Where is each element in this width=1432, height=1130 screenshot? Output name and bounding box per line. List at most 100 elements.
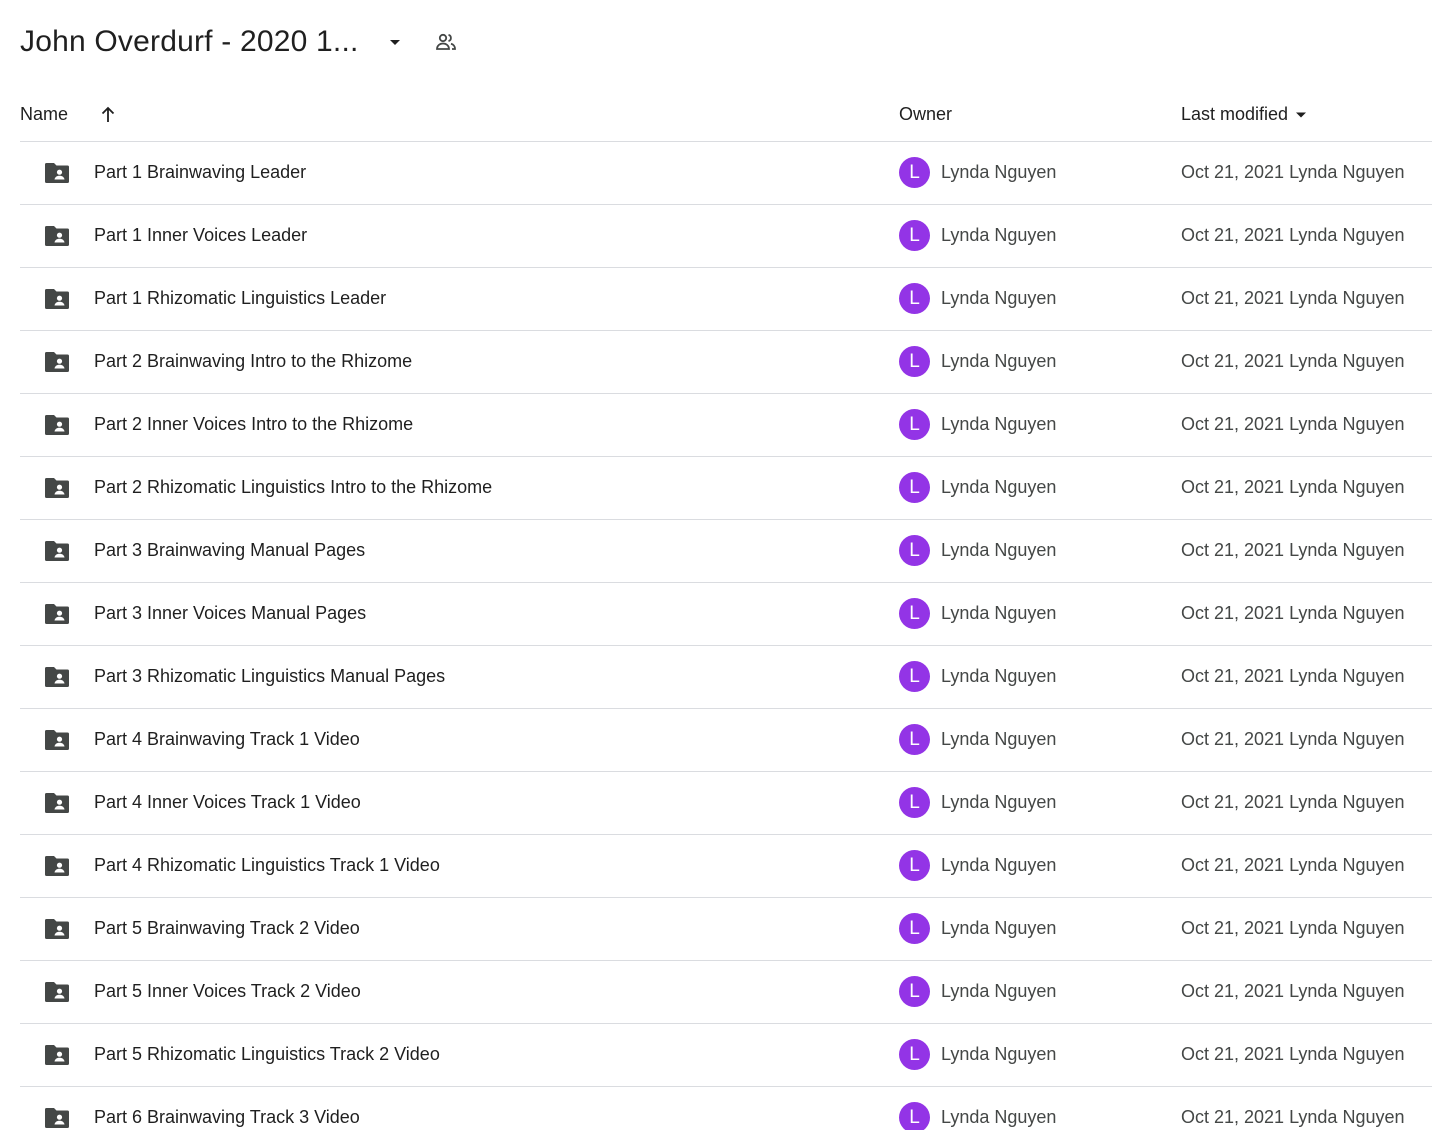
- avatar: L: [899, 472, 930, 503]
- shared-folder-icon: [44, 918, 70, 940]
- last-modified: Oct 21, 2021 Lynda Nguyen: [1181, 351, 1405, 371]
- column-header-last-modified[interactable]: Last modified: [1181, 104, 1308, 125]
- file-name: Part 3 Brainwaving Manual Pages: [94, 540, 366, 560]
- file-name: Part 3 Rhizomatic Linguistics Manual Pag…: [94, 666, 446, 686]
- file-row[interactable]: Part 2 Rhizomatic Linguistics Intro to t…: [20, 457, 1432, 520]
- owner-name: Lynda Nguyen: [941, 351, 1057, 371]
- owner-name: Lynda Nguyen: [941, 855, 1057, 875]
- shared-folder-icon: [44, 351, 70, 373]
- file-row[interactable]: Part 5 Inner Voices Track 2 Video L Lynd…: [20, 961, 1432, 1024]
- file-row[interactable]: Part 4 Inner Voices Track 1 Video L Lynd…: [20, 772, 1432, 835]
- owner-name: Lynda Nguyen: [941, 666, 1057, 686]
- file-row[interactable]: Part 4 Brainwaving Track 1 Video L Lynda…: [20, 709, 1432, 772]
- shared-folder-icon: [44, 414, 70, 436]
- last-modified: Oct 21, 2021 Lynda Nguyen: [1181, 225, 1405, 245]
- shared-folder-icon: [44, 477, 70, 499]
- avatar: L: [899, 1102, 930, 1130]
- avatar: L: [899, 409, 930, 440]
- owner-name: Lynda Nguyen: [941, 288, 1057, 308]
- owner-name: Lynda Nguyen: [941, 1107, 1057, 1127]
- owner-name: Lynda Nguyen: [941, 981, 1057, 1001]
- caret-down-icon[interactable]: [1294, 108, 1308, 122]
- file-row[interactable]: Part 1 Brainwaving Leader L Lynda Nguyen…: [20, 142, 1432, 205]
- shared-folder-icon: [44, 666, 70, 688]
- column-header-last-modified-label: Last modified: [1181, 104, 1289, 124]
- file-list: Part 1 Brainwaving Leader L Lynda Nguyen…: [20, 142, 1432, 1130]
- column-header-name[interactable]: Name: [20, 104, 118, 125]
- avatar: L: [899, 850, 930, 881]
- shared-folder-icon: [44, 225, 70, 247]
- file-name: Part 2 Rhizomatic Linguistics Intro to t…: [94, 477, 493, 497]
- last-modified: Oct 21, 2021 Lynda Nguyen: [1181, 1044, 1405, 1064]
- owner-name: Lynda Nguyen: [941, 540, 1057, 560]
- folder-header: John Overdurf - 2020 1...: [20, 18, 459, 66]
- file-row[interactable]: Part 2 Inner Voices Intro to the Rhizome…: [20, 394, 1432, 457]
- arrow-up-icon[interactable]: [98, 105, 118, 125]
- file-row[interactable]: Part 5 Rhizomatic Linguistics Track 2 Vi…: [20, 1024, 1432, 1087]
- last-modified: Oct 21, 2021 Lynda Nguyen: [1181, 918, 1405, 938]
- last-modified: Oct 21, 2021 Lynda Nguyen: [1181, 666, 1405, 686]
- file-name: Part 2 Inner Voices Intro to the Rhizome: [94, 414, 414, 434]
- owner-name: Lynda Nguyen: [941, 603, 1057, 623]
- file-row[interactable]: Part 1 Rhizomatic Linguistics Leader L L…: [20, 268, 1432, 331]
- avatar: L: [899, 661, 930, 692]
- file-row[interactable]: Part 3 Rhizomatic Linguistics Manual Pag…: [20, 646, 1432, 709]
- file-name: Part 1 Inner Voices Leader: [94, 225, 308, 245]
- shared-folder-icon: [44, 1044, 70, 1066]
- last-modified: Oct 21, 2021 Lynda Nguyen: [1181, 1107, 1405, 1127]
- column-header-owner[interactable]: Owner: [899, 104, 952, 125]
- avatar: L: [899, 535, 930, 566]
- last-modified: Oct 21, 2021 Lynda Nguyen: [1181, 981, 1405, 1001]
- avatar: L: [899, 283, 930, 314]
- file-name: Part 6 Brainwaving Track 3 Video: [94, 1107, 360, 1127]
- shared-folder-icon: [44, 792, 70, 814]
- shared-folder-icon: [44, 540, 70, 562]
- folder-title[interactable]: John Overdurf - 2020 1...: [20, 25, 359, 59]
- last-modified: Oct 21, 2021 Lynda Nguyen: [1181, 729, 1405, 749]
- file-name: Part 1 Rhizomatic Linguistics Leader: [94, 288, 387, 308]
- file-row[interactable]: Part 5 Brainwaving Track 2 Video L Lynda…: [20, 898, 1432, 961]
- avatar: L: [899, 1039, 930, 1070]
- avatar: L: [899, 346, 930, 377]
- people-icon[interactable]: [433, 29, 459, 55]
- file-row[interactable]: Part 4 Rhizomatic Linguistics Track 1 Vi…: [20, 835, 1432, 898]
- file-name: Part 5 Brainwaving Track 2 Video: [94, 918, 360, 938]
- drive-folder-view: John Overdurf - 2020 1... Name Owner Las…: [0, 0, 1432, 1130]
- file-name: Part 4 Brainwaving Track 1 Video: [94, 729, 360, 749]
- avatar: L: [899, 913, 930, 944]
- file-name: Part 4 Inner Voices Track 1 Video: [94, 792, 361, 812]
- file-name: Part 5 Inner Voices Track 2 Video: [94, 981, 361, 1001]
- column-header-name-label: Name: [20, 104, 69, 124]
- owner-name: Lynda Nguyen: [941, 1044, 1057, 1064]
- arrow-drop-down-icon[interactable]: [383, 30, 407, 54]
- owner-name: Lynda Nguyen: [941, 477, 1057, 497]
- file-name: Part 4 Rhizomatic Linguistics Track 1 Vi…: [94, 855, 440, 875]
- last-modified: Oct 21, 2021 Lynda Nguyen: [1181, 540, 1405, 560]
- shared-folder-icon: [44, 1107, 70, 1129]
- file-row[interactable]: Part 1 Inner Voices Leader L Lynda Nguye…: [20, 205, 1432, 268]
- file-name: Part 3 Inner Voices Manual Pages: [94, 603, 367, 623]
- avatar: L: [899, 598, 930, 629]
- last-modified: Oct 21, 2021 Lynda Nguyen: [1181, 288, 1405, 308]
- column-header-row: Name Owner Last modified: [20, 92, 1432, 142]
- shared-folder-icon: [44, 162, 70, 184]
- avatar: L: [899, 157, 930, 188]
- last-modified: Oct 21, 2021 Lynda Nguyen: [1181, 792, 1405, 812]
- file-row[interactable]: Part 3 Inner Voices Manual Pages L Lynda…: [20, 583, 1432, 646]
- file-name: Part 5 Rhizomatic Linguistics Track 2 Vi…: [94, 1044, 440, 1064]
- shared-folder-icon: [44, 603, 70, 625]
- last-modified: Oct 21, 2021 Lynda Nguyen: [1181, 162, 1405, 182]
- file-name: Part 1 Brainwaving Leader: [94, 162, 307, 182]
- file-name: Part 2 Brainwaving Intro to the Rhizome: [94, 351, 413, 371]
- owner-name: Lynda Nguyen: [941, 225, 1057, 245]
- file-row[interactable]: Part 2 Brainwaving Intro to the Rhizome …: [20, 331, 1432, 394]
- avatar: L: [899, 724, 930, 755]
- owner-name: Lynda Nguyen: [941, 162, 1057, 182]
- shared-folder-icon: [44, 855, 70, 877]
- avatar: L: [899, 220, 930, 251]
- file-row[interactable]: Part 6 Brainwaving Track 3 Video L Lynda…: [20, 1087, 1432, 1130]
- file-row[interactable]: Part 3 Brainwaving Manual Pages L Lynda …: [20, 520, 1432, 583]
- shared-folder-icon: [44, 729, 70, 751]
- last-modified: Oct 21, 2021 Lynda Nguyen: [1181, 477, 1405, 497]
- last-modified: Oct 21, 2021 Lynda Nguyen: [1181, 603, 1405, 623]
